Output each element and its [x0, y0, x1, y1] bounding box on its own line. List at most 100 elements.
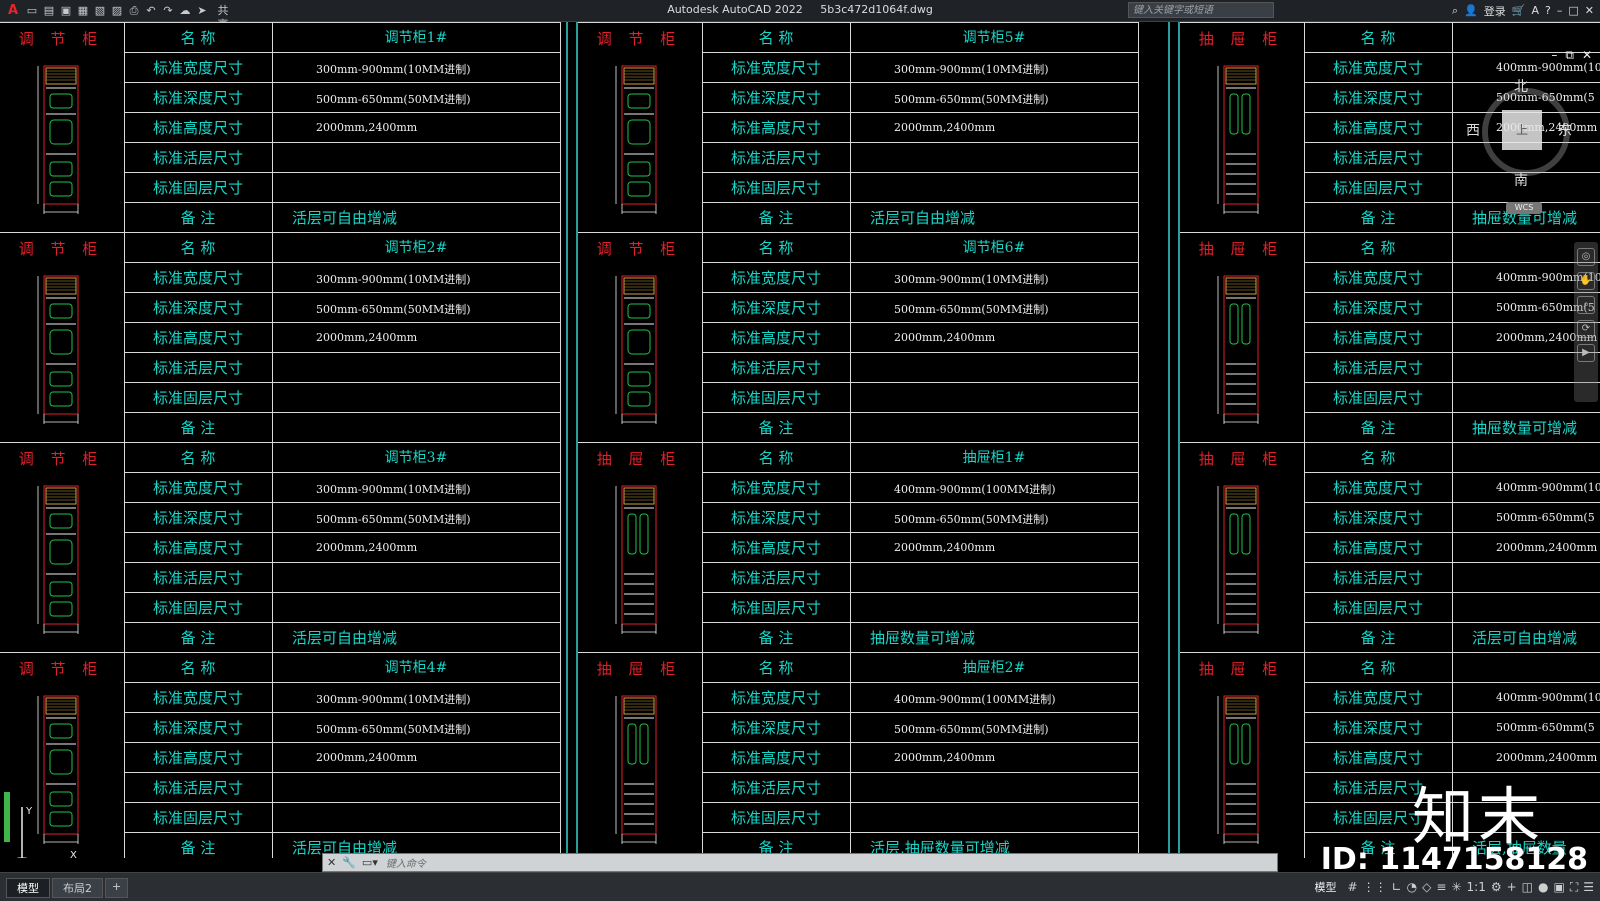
orbit-icon[interactable]: ⟳	[1577, 320, 1595, 338]
cabinet-elevation-drawing	[1217, 485, 1259, 634]
customization-icon[interactable]: ☰	[1583, 880, 1594, 894]
ucs-icon: Y X	[17, 806, 77, 858]
pan-icon[interactable]: ✋	[1577, 272, 1595, 290]
compass-west[interactable]: 西	[1466, 120, 1480, 140]
table-column-line	[1304, 232, 1305, 442]
ortho-icon[interactable]: ∟	[1392, 880, 1402, 894]
clean-screen-icon[interactable]: ⛶	[1570, 880, 1578, 895]
tab-layout2[interactable]: 布局2	[52, 878, 103, 898]
tab-model[interactable]: 模型	[6, 878, 50, 898]
hardware-accel-icon[interactable]: ▣	[1553, 880, 1564, 894]
add-layout-icon[interactable]: +	[105, 878, 129, 898]
row-label-fixed-shelf: 标准固层尺寸	[152, 179, 243, 197]
viewcube[interactable]: 上 北 南 东 西 WCS	[1466, 76, 1576, 214]
value-width: 400mm-900mm(10	[1496, 481, 1600, 494]
cabinet-elevation-drawing	[1217, 695, 1259, 844]
showmotion-icon[interactable]: ▶	[1577, 344, 1595, 362]
value-depth: 500mm-650mm(50MM进制)	[316, 513, 471, 526]
value-depth: 500mm-650mm(50MM进制)	[316, 303, 471, 316]
svg-text:X: X	[70, 850, 77, 858]
table-column-line	[1138, 22, 1139, 232]
title-bar: A ▭ ▤ ▣ ▦ ▧ ▨ ⎙ ↶ ↷ ☁ ➤ 共享 Autodesk Auto…	[0, 0, 1600, 31]
a360-icon[interactable]: A	[1532, 4, 1540, 17]
cabinet-elevation-drawing	[1217, 275, 1259, 424]
drawing-close-icon[interactable]: ✕	[1582, 48, 1592, 63]
plot-icon[interactable]: ⎙	[127, 4, 141, 18]
table-column-line	[1304, 652, 1305, 858]
value-width: 300mm-900mm(10MM进制)	[316, 63, 471, 76]
spec-table-block: 调 节 柜 名 称标准宽度尺寸 标准深度尺寸 标准高度尺寸 标准活层尺寸 标准固层尺寸备 …	[0, 652, 566, 858]
command-close-icon[interactable]: ✕	[327, 856, 336, 869]
row-label-height: 标准高度尺寸	[152, 119, 243, 137]
maximize-icon[interactable]: □	[1568, 4, 1578, 17]
cart-icon[interactable]: 🛒	[1512, 4, 1526, 17]
row-label-name: 名 称	[758, 239, 794, 257]
value-width: 300mm-900mm(10MM进制)	[316, 693, 471, 706]
open-web-icon[interactable]: ▧	[93, 4, 107, 18]
share-label[interactable]: 共享	[216, 4, 230, 31]
table-column-line	[272, 652, 273, 858]
command-customize-icon[interactable]: 🔧	[342, 856, 356, 869]
search-input[interactable]: 键入关键字或短语	[1128, 2, 1274, 18]
drawing-canvas[interactable]: 抽 屉 柜名 称标准宽度尺寸 标准深度尺寸 标准高度尺寸 标准活层尺寸 标准固层尺寸备 …	[0, 22, 1600, 858]
annotation-scale[interactable]: 1:1	[1467, 880, 1486, 894]
row-label-fixed-shelf: 标准固层尺寸	[730, 389, 821, 407]
value-height: 2000mm,2400mm	[316, 541, 418, 554]
row-label-name: 名 称	[1360, 449, 1396, 467]
save-icon[interactable]: ▣	[59, 4, 73, 18]
row-label-remark: 备 注	[180, 419, 216, 437]
command-input[interactable]: 键入命令	[386, 855, 426, 870]
snap-icon[interactable]: ⋮⋮	[1363, 880, 1387, 894]
isolate-icon[interactable]: ●	[1538, 880, 1548, 894]
user-icon[interactable]: 👤	[1464, 4, 1478, 17]
recent-commands-icon[interactable]: ▭▾	[362, 856, 378, 869]
compass-south[interactable]: 南	[1514, 170, 1528, 190]
minimize-icon[interactable]: –	[1557, 4, 1563, 17]
cabinet-type-label: 抽 屉 柜	[1198, 450, 1284, 468]
save-as-icon[interactable]: ▦	[76, 4, 90, 18]
polar-icon[interactable]: ◔	[1407, 880, 1417, 894]
redo-icon[interactable]: ↷	[161, 4, 175, 18]
settings-icon[interactable]: ⚙	[1491, 880, 1502, 894]
row-label-movable-shelf: 标准活层尺寸	[730, 149, 821, 167]
login-link[interactable]: 登录	[1484, 3, 1506, 19]
row-label-name: 名 称	[758, 659, 794, 677]
drawing-restore-icon[interactable]: ⧉	[1565, 48, 1574, 63]
osnap-icon[interactable]: ◇	[1422, 880, 1431, 894]
row-label-movable-shelf: 标准活层尺寸	[1332, 569, 1423, 587]
wcs-menu[interactable]: WCS	[1506, 202, 1542, 214]
viewcube-top-face[interactable]: 上	[1502, 110, 1542, 150]
lineweight-icon[interactable]: ≡	[1436, 880, 1446, 894]
save-web-icon[interactable]: ▨	[110, 4, 124, 18]
row-label-width: 标准宽度尺寸	[1332, 479, 1423, 497]
open-file-icon[interactable]: ▤	[42, 4, 56, 18]
steering-wheel-icon[interactable]: ◎	[1577, 248, 1595, 266]
compass-north[interactable]: 北	[1514, 76, 1528, 96]
zoom-icon[interactable]: ⌕	[1577, 296, 1595, 314]
add-icon[interactable]: +	[1507, 880, 1517, 894]
row-label-width: 标准宽度尺寸	[152, 269, 243, 287]
compass-east[interactable]: 东	[1558, 120, 1572, 140]
annotation-visibility-icon[interactable]: ✳	[1451, 880, 1461, 894]
row-label-height: 标准高度尺寸	[730, 749, 821, 767]
model-space-toggle[interactable]: 模型	[1315, 879, 1337, 895]
table-column-line	[272, 232, 273, 442]
new-file-icon[interactable]: ▭	[25, 4, 39, 18]
help-icon[interactable]: ?	[1545, 4, 1551, 17]
workspace-icon[interactable]: ☁	[178, 4, 192, 18]
value-width: 400mm-900mm(100MM进制)	[894, 693, 1056, 706]
search-icon[interactable]: ⌕	[1452, 4, 1458, 18]
grid-icon[interactable]: #	[1348, 880, 1358, 894]
units-icon[interactable]: ◫	[1522, 880, 1533, 894]
row-label-width: 标准宽度尺寸	[152, 59, 243, 77]
row-label-fixed-shelf: 标准固层尺寸	[1332, 179, 1423, 197]
row-label-depth: 标准深度尺寸	[1332, 509, 1423, 527]
window-title: Autodesk AutoCAD 2022 5b3c472d1064f.dwg	[0, 3, 1600, 16]
undo-icon[interactable]: ↶	[144, 4, 158, 18]
drawing-minimize-icon[interactable]: –	[1551, 48, 1557, 63]
row-label-width: 标准宽度尺寸	[730, 269, 821, 287]
close-icon[interactable]: ✕	[1585, 4, 1594, 17]
row-label-movable-shelf: 标准活层尺寸	[152, 149, 243, 167]
autocad-logo-icon[interactable]: A	[4, 3, 22, 18]
share-icon[interactable]: ➤	[195, 4, 209, 18]
